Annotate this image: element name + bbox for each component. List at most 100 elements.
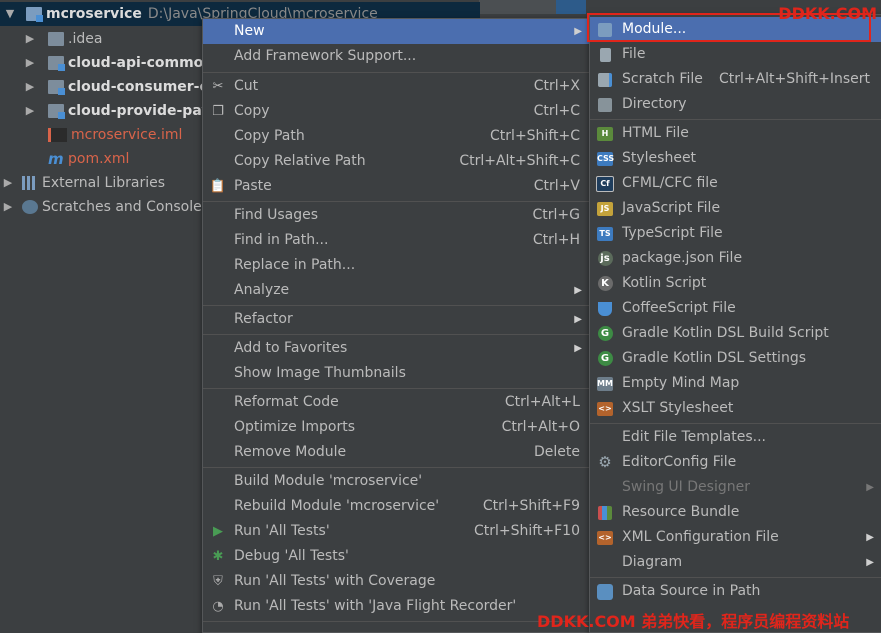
- menu-item-reformat-code[interactable]: Reformat Code Ctrl+Alt+L: [203, 390, 590, 415]
- menu-item-package-json[interactable]: js package.json File: [590, 246, 881, 271]
- tree-item-idea[interactable]: ▶ .idea: [24, 27, 103, 51]
- menu-item-new[interactable]: New ▶: [203, 19, 590, 44]
- menu-item-optimize-imports[interactable]: Optimize Imports Ctrl+Alt+O: [203, 415, 590, 440]
- nodejs-icon: js: [596, 250, 614, 268]
- menu-item-add-framework-support[interactable]: Add Framework Support...: [203, 44, 590, 69]
- html-file-icon: H: [596, 125, 614, 143]
- menu-item-find-in-path[interactable]: Find in Path... Ctrl+H: [203, 228, 590, 253]
- typescript-file-icon: TS: [596, 225, 614, 243]
- tree-item-cloud-consumer[interactable]: ▶ cloud-consumer-or: [24, 75, 216, 99]
- menu-item-diagram[interactable]: Diagram ▶: [590, 550, 881, 575]
- menu-item-typescript-file[interactable]: TS TypeScript File: [590, 221, 881, 246]
- tree-item-label: cloud-consumer-or: [68, 79, 217, 95]
- menu-item-javascript-file[interactable]: JS JavaScript File: [590, 196, 881, 221]
- menu-item-run-all-tests[interactable]: ▶ Run 'All Tests' Ctrl+Shift+F10: [203, 519, 590, 544]
- menu-item-file[interactable]: File: [590, 42, 881, 67]
- menu-item-kotlin-script[interactable]: K Kotlin Script: [590, 271, 881, 296]
- maven-icon: m: [48, 150, 64, 168]
- menu-item-coffeescript-file[interactable]: CoffeeScript File: [590, 296, 881, 321]
- copy-icon: ❐: [212, 104, 224, 119]
- editor-tab-strip: [479, 0, 567, 14]
- tree-item-scratches[interactable]: ▶ Scratches and Consoles: [0, 195, 209, 219]
- menu-separator: [590, 423, 881, 424]
- watermark-bottom: DDKK.COM 弟弟快看，程序员编程资料站: [537, 612, 850, 631]
- menu-item-empty-mind-map[interactable]: MM Empty Mind Map: [590, 371, 881, 396]
- chevron-right-icon[interactable]: ▶: [2, 195, 14, 219]
- menu-item-editorconfig-file[interactable]: ⚙ EditorConfig File: [590, 450, 881, 475]
- menu-separator: [203, 305, 590, 306]
- tree-item-label: mcroservice.iml: [71, 127, 183, 143]
- scratch-file-icon: [596, 71, 614, 89]
- css-file-icon: CSS: [596, 150, 614, 168]
- cfml-file-icon: Cf: [596, 175, 614, 193]
- watermark-top: DDKK.COM: [778, 4, 877, 23]
- chevron-down-icon[interactable]: ▼: [4, 2, 16, 26]
- submenu-arrow-icon: ▶: [866, 557, 874, 568]
- menu-item-build-module[interactable]: Build Module 'mcroservice': [203, 469, 590, 494]
- submenu-arrow-icon: ▶: [866, 532, 874, 543]
- menu-item-cfml-file[interactable]: Cf CFML/CFC file: [590, 171, 881, 196]
- chevron-right-icon[interactable]: ▶: [24, 51, 36, 75]
- chevron-right-icon[interactable]: ▶: [24, 27, 36, 51]
- chevron-right-icon[interactable]: ▶: [24, 75, 36, 99]
- gradle-icon: G: [596, 350, 614, 368]
- editor-tab-active: [556, 0, 586, 14]
- module-folder-icon: [26, 7, 43, 22]
- folder-icon: [596, 96, 614, 114]
- menu-item-run-with-jfr[interactable]: ◔ Run 'All Tests' with 'Java Flight Reco…: [203, 594, 590, 619]
- tree-item-pom[interactable]: m pom.xml: [48, 147, 129, 171]
- menu-item-copy-relative-path[interactable]: Copy Relative Path Ctrl+Alt+Shift+C: [203, 149, 590, 174]
- menu-separator: [203, 388, 590, 389]
- menu-item-edit-file-templates[interactable]: Edit File Templates...: [590, 425, 881, 450]
- menu-item-data-source-in-path[interactable]: Data Source in Path: [590, 579, 881, 604]
- tree-item-label: cloud-api-common: [68, 55, 214, 71]
- iml-file-icon: [48, 128, 67, 142]
- submenu-arrow-icon: ▶: [574, 314, 582, 325]
- chevron-right-icon[interactable]: ▶: [2, 171, 14, 195]
- menu-item-directory[interactable]: Directory: [590, 92, 881, 117]
- chevron-right-icon[interactable]: ▶: [24, 99, 36, 123]
- library-icon: [22, 176, 38, 190]
- tree-item-label: .idea: [68, 31, 103, 47]
- menu-item-show-image-thumbnails[interactable]: Show Image Thumbnails: [203, 361, 590, 386]
- menu-item-replace-in-path[interactable]: Replace in Path...: [203, 253, 590, 278]
- tree-item-external-libraries[interactable]: ▶ External Libraries: [0, 171, 165, 195]
- tree-item-iml[interactable]: mcroservice.iml: [48, 123, 182, 147]
- module-folder-icon: [48, 104, 65, 119]
- menu-item-add-to-favorites[interactable]: Add to Favorites ▶: [203, 336, 590, 361]
- menu-item-paste[interactable]: 📋 Paste Ctrl+V: [203, 174, 590, 199]
- menu-item-cut[interactable]: ✂ Cut Ctrl+X: [203, 74, 590, 99]
- module-folder-icon: [48, 80, 65, 95]
- menu-item-remove-module[interactable]: Remove Module Delete: [203, 440, 590, 465]
- menu-item-xml-configuration-file[interactable]: <> XML Configuration File ▶: [590, 525, 881, 550]
- tree-item-cloud-api-common[interactable]: ▶ cloud-api-common: [24, 51, 213, 75]
- menu-item-find-usages[interactable]: Find Usages Ctrl+G: [203, 203, 590, 228]
- menu-item-xslt-stylesheet[interactable]: <> XSLT Stylesheet: [590, 396, 881, 421]
- gradle-icon: G: [596, 325, 614, 343]
- tree-item-cloud-provide[interactable]: ▶ cloud-provide-payi: [24, 99, 215, 123]
- run-icon: ▶: [213, 524, 223, 539]
- menu-item-scratch-file[interactable]: Scratch File Ctrl+Alt+Shift+Insert: [590, 67, 881, 92]
- menu-separator: [590, 577, 881, 578]
- menu-item-analyze[interactable]: Analyze ▶: [203, 278, 590, 303]
- menu-item-gradle-kotlin-build[interactable]: G Gradle Kotlin DSL Build Script: [590, 321, 881, 346]
- menu-separator: [203, 72, 590, 73]
- menu-separator: [203, 621, 590, 622]
- scissors-icon: ✂: [212, 79, 224, 94]
- menu-item-stylesheet[interactable]: CSS Stylesheet: [590, 146, 881, 171]
- menu-item-run-with-coverage[interactable]: ⛨ Run 'All Tests' with Coverage: [203, 569, 590, 594]
- database-icon: [596, 583, 614, 601]
- menu-item-resource-bundle[interactable]: Resource Bundle: [590, 500, 881, 525]
- menu-item-html-file[interactable]: H HTML File: [590, 121, 881, 146]
- clipboard-icon: 📋: [209, 179, 227, 194]
- submenu-arrow-icon: ▶: [574, 26, 582, 37]
- menu-item-rebuild-module[interactable]: Rebuild Module 'mcroservice' Ctrl+Shift+…: [203, 494, 590, 519]
- menu-item-gradle-kotlin-settings[interactable]: G Gradle Kotlin DSL Settings: [590, 346, 881, 371]
- menu-separator: [590, 119, 881, 120]
- menu-item-copy[interactable]: ❐ Copy Ctrl+C: [203, 99, 590, 124]
- menu-item-swing-ui-designer[interactable]: Swing UI Designer ▶: [590, 475, 881, 500]
- tree-item-label: pom.xml: [68, 151, 130, 167]
- menu-item-refactor[interactable]: Refactor ▶: [203, 307, 590, 332]
- menu-item-debug-all-tests[interactable]: ✱ Debug 'All Tests': [203, 544, 590, 569]
- menu-item-copy-path[interactable]: Copy Path Ctrl+Shift+C: [203, 124, 590, 149]
